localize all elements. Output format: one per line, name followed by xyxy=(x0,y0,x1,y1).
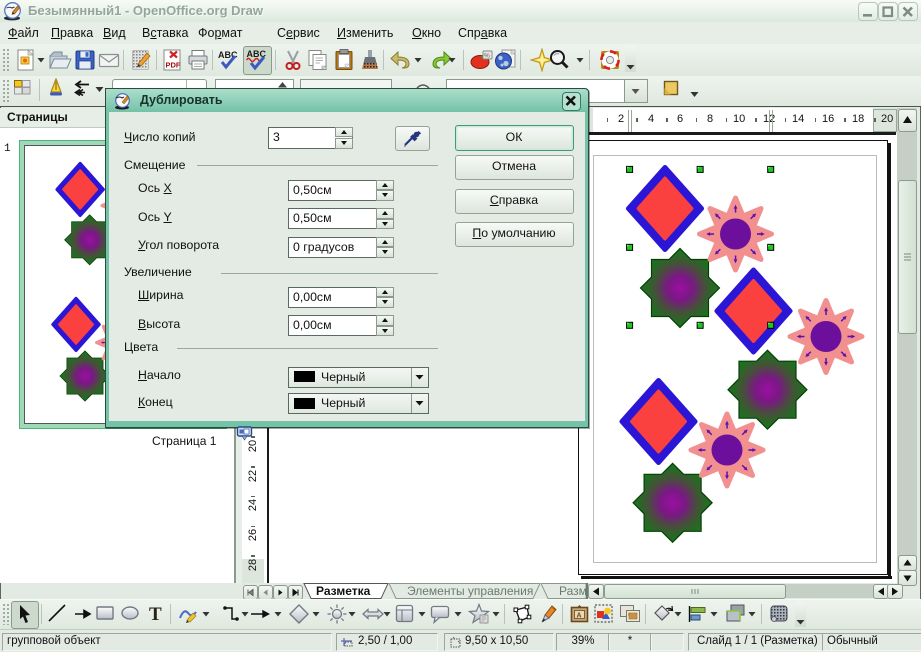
svg-text:A: A xyxy=(577,613,582,620)
svg-text:PDF: PDF xyxy=(166,61,181,70)
svg-text:%: % xyxy=(484,53,490,60)
svg-text:T: T xyxy=(149,604,162,623)
svg-text:ABC: ABC xyxy=(218,50,238,60)
